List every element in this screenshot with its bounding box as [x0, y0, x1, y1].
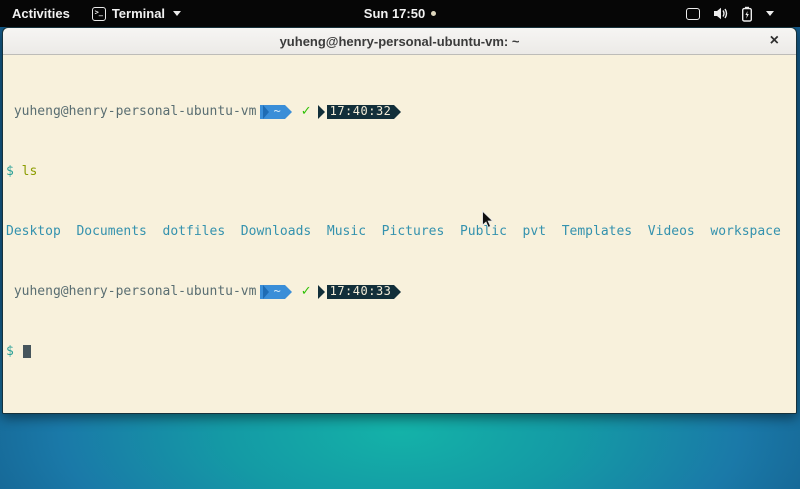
prompt-dir: ~: [273, 284, 280, 299]
powerline-arrow-icon: [285, 285, 292, 299]
terminal-cursor: [23, 345, 31, 358]
prompt-dollar: $: [6, 164, 14, 179]
app-menu-button[interactable]: >_ Terminal: [82, 0, 191, 27]
command-text: ls: [22, 164, 38, 179]
terminal-window: yuheng@henry-personal-ubuntu-vm: ~ × yuh…: [2, 27, 797, 414]
powerline-arrow-icon: [285, 105, 292, 119]
powerline-time-segment: 17:40:32: [318, 104, 402, 119]
prompt-time: 17:40:32: [327, 105, 395, 119]
prompt-line: yuheng@henry-personal-ubuntu-vm ~ ✓ 17:4…: [6, 284, 796, 299]
window-titlebar[interactable]: yuheng@henry-personal-ubuntu-vm: ~ ×: [3, 28, 796, 55]
command-line: $ ls: [6, 164, 796, 179]
top-bar-left: Activities >_ Terminal: [0, 0, 191, 27]
powerline-arrow-icon: [318, 285, 325, 299]
volume-icon: [713, 7, 728, 20]
powerline-time-segment: 17:40:33: [318, 284, 402, 299]
status-ok-icon: ✓: [301, 284, 312, 299]
mouse-cursor-icon: [481, 210, 495, 230]
prompt-user-host: yuheng@henry-personal-ubuntu-vm: [6, 104, 256, 119]
battery-charging-icon: [741, 6, 753, 22]
activities-button[interactable]: Activities: [0, 0, 82, 27]
prompt-dollar: $: [6, 344, 14, 359]
prompt-line: yuheng@henry-personal-ubuntu-vm ~ ✓ 17:4…: [6, 104, 796, 119]
desktop[interactable]: { "colors": { "topbar_bg": "#060606", "t…: [0, 0, 800, 489]
top-bar: Activities >_ Terminal Sun 17:50: [0, 0, 800, 27]
activities-label: Activities: [12, 6, 70, 21]
clock-label: Sun 17:50: [364, 6, 425, 21]
clock-button[interactable]: Sun 17:50: [364, 6, 436, 21]
powerline-arrow-icon: [263, 105, 269, 119]
prompt-dir: ~: [273, 104, 280, 119]
ls-output: Desktop Documents dotfiles Downloads Mus…: [6, 224, 796, 239]
terminal-app-icon: >_: [92, 7, 106, 21]
powerline-dir-segment: ~: [260, 284, 291, 299]
powerline-arrow-icon: [263, 285, 269, 299]
app-menu-label: Terminal: [112, 6, 165, 21]
terminal-content[interactable]: yuheng@henry-personal-ubuntu-vm ~ ✓ 17:4…: [3, 56, 796, 413]
input-line: $: [6, 344, 796, 359]
status-ok-icon: ✓: [301, 104, 312, 119]
caret-down-icon: [173, 11, 181, 16]
powerline-arrow-icon: [394, 285, 401, 299]
screencast-icon: [686, 8, 700, 20]
powerline-dir-segment: ~: [260, 104, 291, 119]
system-status-menu[interactable]: [686, 0, 774, 27]
prompt-time: 17:40:33: [327, 285, 395, 299]
powerline-arrow-icon: [394, 105, 401, 119]
window-title: yuheng@henry-personal-ubuntu-vm: ~: [280, 34, 520, 49]
chevron-down-icon: [766, 11, 774, 16]
close-button[interactable]: ×: [770, 28, 779, 54]
notification-dot: [431, 11, 436, 16]
prompt-user-host: yuheng@henry-personal-ubuntu-vm: [6, 284, 256, 299]
terminal-app-icon-glyph: >_: [95, 10, 103, 17]
powerline-arrow-icon: [318, 105, 325, 119]
